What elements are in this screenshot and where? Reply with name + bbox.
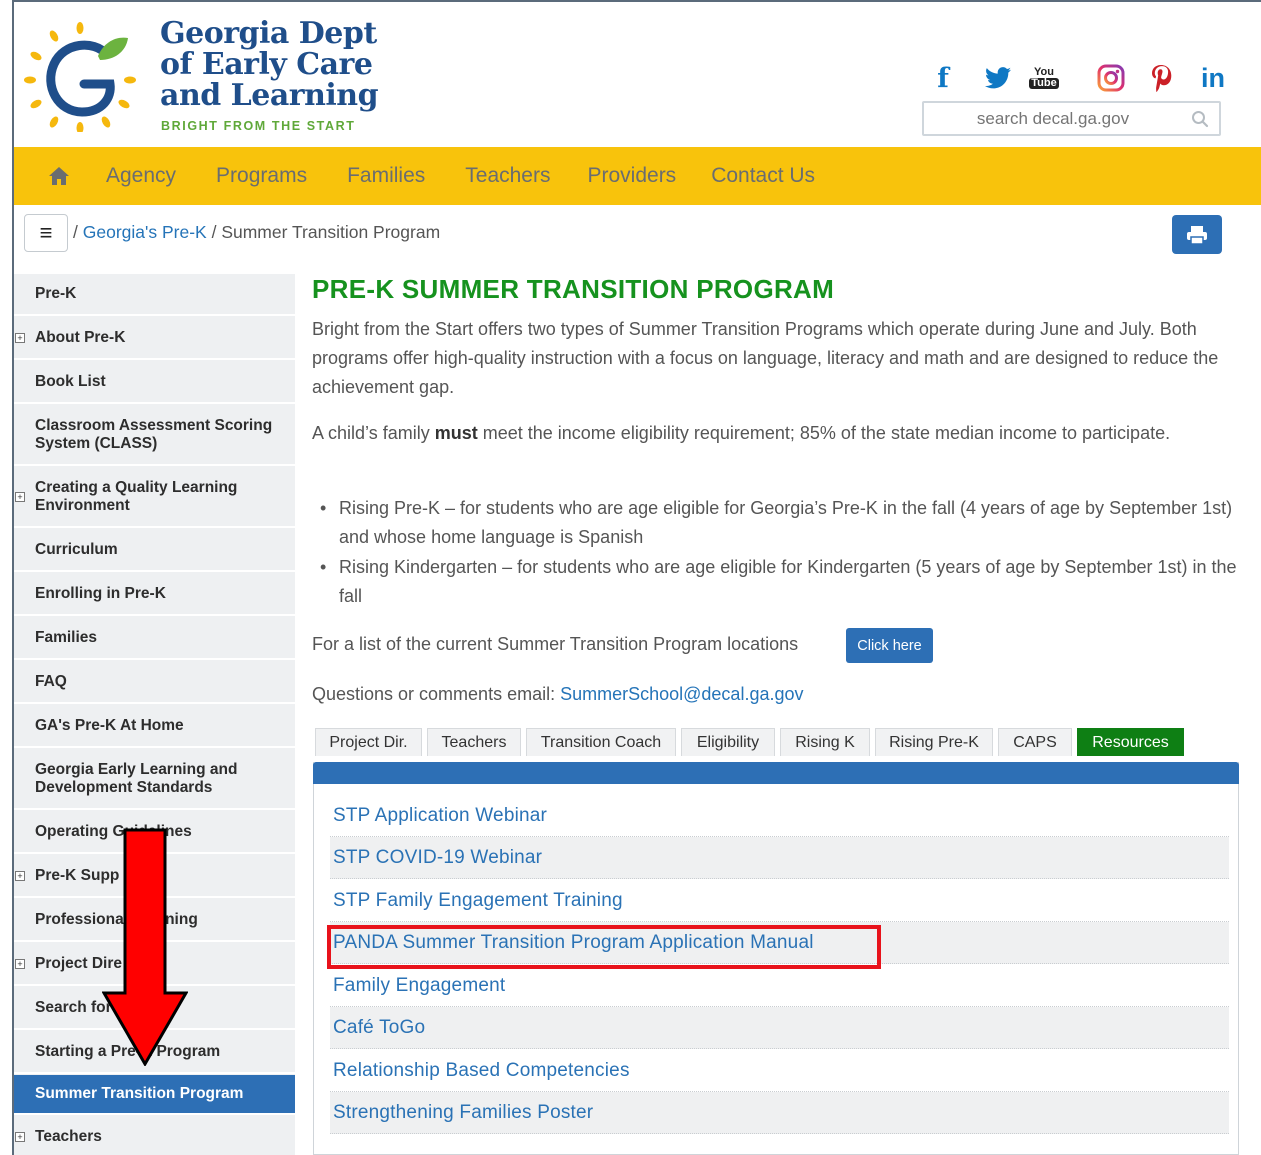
search-box[interactable] <box>922 101 1221 136</box>
sidebar-item-curriculum[interactable]: Curriculum <box>14 530 295 572</box>
tab-project-dir[interactable]: Project Dir. <box>315 728 422 756</box>
locations-text: For a list of the current Summer Transit… <box>312 634 799 654</box>
pinterest-icon[interactable] <box>1146 60 1176 96</box>
program-types-list: Rising Pre-K – for students who are age … <box>312 494 1237 612</box>
list-item: Rising Pre-K – for students who are age … <box>312 494 1237 552</box>
breadcrumb-separator: / <box>73 222 78 242</box>
breadcrumb-current: Summer Transition Program <box>221 222 441 242</box>
questions-line: Questions or comments email: SummerSchoo… <box>312 680 1237 709</box>
search-icon[interactable] <box>1191 110 1209 128</box>
email-link[interactable]: SummerSchool@decal.ga.gov <box>560 684 803 704</box>
printer-icon <box>1187 225 1207 245</box>
sidebar-item-gelds[interactable]: Georgia Early Learning and Development S… <box>14 750 295 810</box>
org-name[interactable]: Georgia Dept of Early Care and Learning <box>160 16 379 113</box>
resource-link-stp-family-engagement-training[interactable]: STP Family Engagement Training <box>330 880 1229 922</box>
resource-link-stp-application-webinar[interactable]: STP Application Webinar <box>330 795 1229 837</box>
org-line-1: Georgia Dept <box>160 16 377 51</box>
sidebar-item-label: About Pre-K <box>35 329 126 346</box>
sidebar-item-about-pre-k[interactable]: + About Pre-K <box>14 318 295 360</box>
youtube-icon[interactable]: You Tube <box>1028 60 1060 96</box>
tab-eligibility[interactable]: Eligibility <box>681 728 775 756</box>
sidebar-item-class[interactable]: Classroom Assessment Scoring System (CLA… <box>14 406 295 466</box>
twitter-icon[interactable] <box>981 60 1015 96</box>
eligibility-paragraph: A child’s family must meet the income el… <box>312 419 1237 448</box>
sidebar-item-pre-k-at-home[interactable]: GA's Pre-K At Home <box>14 706 295 748</box>
sidebar-item-label: Pre-K <box>35 285 77 302</box>
breadcrumb-link-georgias-pre-k[interactable]: Georgia's Pre-K <box>83 222 207 242</box>
sidebar-item-quality-learning-environment[interactable]: + Creating a Quality Learning Environment <box>14 468 295 528</box>
hamburger-menu-button[interactable]: ≡ <box>24 214 68 252</box>
expand-icon[interactable]: + <box>15 871 25 881</box>
nav-providers[interactable]: Providers <box>570 147 693 205</box>
sidebar-item-faq[interactable]: FAQ <box>14 662 295 704</box>
nav-programs[interactable]: Programs <box>196 147 327 205</box>
resource-tabs: Project Dir. Teachers Transition Coach E… <box>315 728 1184 756</box>
sidebar-item-label: Enrolling in Pre-K <box>35 585 166 602</box>
nav-contact-us[interactable]: Contact Us <box>693 147 833 205</box>
resource-link-relationship-based-competencies[interactable]: Relationship Based Competencies <box>330 1050 1229 1092</box>
sidebar-item-pre-k[interactable]: Pre-K <box>14 274 295 316</box>
sidebar-item-summer-transition-program[interactable]: Summer Transition Program <box>14 1075 295 1115</box>
tab-rising-pre-k[interactable]: Rising Pre-K <box>875 728 993 756</box>
org-line-3: and Learning <box>160 78 379 113</box>
down-arrow-icon <box>102 828 188 1066</box>
highlight-box <box>327 925 881 969</box>
tab-caps[interactable]: CAPS <box>998 728 1072 756</box>
sidebar-item-label: Teachers <box>35 1128 102 1145</box>
resources-panel-header <box>313 762 1239 784</box>
sidebar-item-label: Summer Transition Program <box>35 1085 244 1102</box>
resource-link-strengthening-families-poster[interactable]: Strengthening Families Poster <box>330 1092 1229 1134</box>
search-input[interactable] <box>928 107 1178 130</box>
nav-agency[interactable]: Agency <box>86 147 196 205</box>
sidebar-item-label: Curriculum <box>35 541 118 558</box>
decal-logo-icon[interactable] <box>24 20 136 132</box>
org-line-2: of Early Care <box>160 47 373 82</box>
tab-resources[interactable]: Resources <box>1077 728 1184 756</box>
tab-teachers[interactable]: Teachers <box>427 728 521 756</box>
sidebar-item-label: GA's Pre-K At Home <box>35 717 184 734</box>
expand-icon[interactable]: + <box>15 333 25 343</box>
eligibility-prefix: A child’s family <box>312 423 435 443</box>
sidebar-item-label: Families <box>35 629 98 646</box>
intro-paragraph: Bright from the Start offers two types o… <box>312 319 1219 397</box>
sidebar-item-label: Classroom Assessment Scoring System (CLA… <box>35 417 273 452</box>
nav-families[interactable]: Families <box>327 147 445 205</box>
linkedin-icon[interactable]: in <box>1196 60 1230 96</box>
eligibility-bold: must <box>434 423 478 443</box>
sidebar-item-label: FAQ <box>35 673 67 690</box>
resource-link-cafe-togo[interactable]: Café ToGo <box>330 1007 1229 1049</box>
facebook-icon[interactable]: f <box>932 60 954 96</box>
sidebar-item-teachers[interactable]: + Teachers <box>14 1117 295 1155</box>
sidebar-item-label: Georgia Early Learning and Development S… <box>35 761 238 796</box>
tagline: BRIGHT FROM THE START <box>161 119 356 133</box>
resource-link-stp-covid-19-webinar[interactable]: STP COVID-19 Webinar <box>330 837 1229 879</box>
breadcrumb: / Georgia's Pre-K / Summer Transition Pr… <box>73 222 440 243</box>
expand-icon[interactable]: + <box>15 1132 25 1142</box>
sidebar-item-label: Book List <box>35 373 106 390</box>
questions-text: Questions or comments email: <box>312 684 561 704</box>
hamburger-icon: ≡ <box>39 220 53 245</box>
sidebar-item-label: Creating a Quality Learning Environment <box>35 479 238 514</box>
page-title: PRE-K SUMMER TRANSITION PROGRAM <box>312 274 835 304</box>
list-item: Rising Kindergarten – for students who a… <box>312 553 1237 611</box>
click-here-button[interactable]: Click here <box>846 628 933 663</box>
tab-rising-k[interactable]: Rising K <box>780 728 870 756</box>
sidebar-item-enrolling[interactable]: Enrolling in Pre-K <box>14 574 295 616</box>
sidebar-item-families[interactable]: Families <box>14 618 295 660</box>
tab-transition-coach[interactable]: Transition Coach <box>526 728 676 756</box>
expand-icon[interactable]: + <box>15 492 25 502</box>
site-header: Georgia Dept of Early Care and Learning … <box>14 2 1261 147</box>
eligibility-suffix: meet the income eligibility requirement;… <box>477 423 1171 443</box>
nav-teachers[interactable]: Teachers <box>445 147 570 205</box>
sidebar-item-book-list[interactable]: Book List <box>14 362 295 404</box>
print-button[interactable] <box>1172 215 1222 254</box>
home-icon[interactable] <box>32 147 86 205</box>
instagram-icon[interactable] <box>1094 60 1128 96</box>
main-nav: Agency Programs Families Teachers Provid… <box>14 147 1261 205</box>
expand-icon[interactable]: + <box>15 959 25 969</box>
breadcrumb-separator: / <box>211 222 217 242</box>
resource-link-family-engagement[interactable]: Family Engagement <box>330 965 1229 1007</box>
